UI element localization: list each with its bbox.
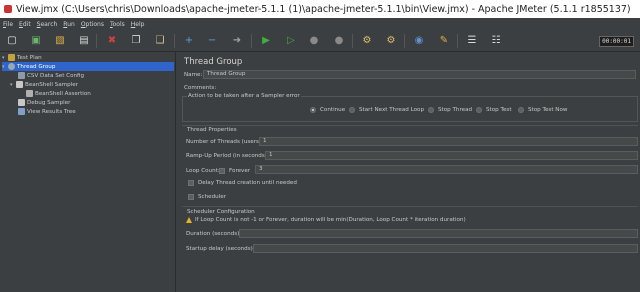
page-title: Thread Group bbox=[184, 57, 243, 67]
checkbox-box bbox=[219, 168, 225, 174]
toolbar-separator bbox=[251, 34, 252, 48]
name-field[interactable]: Thread Group bbox=[203, 70, 636, 79]
elapsed-timer: 00:00:01 bbox=[599, 36, 634, 47]
tree-item-csv-data-set-config[interactable]: CSV Data Set Config bbox=[18, 71, 84, 80]
duration-label: Duration (seconds) bbox=[186, 231, 240, 237]
save-icon[interactable]: ▤ bbox=[76, 33, 92, 49]
tree-item-test-plan[interactable]: ▾ Test Plan bbox=[2, 53, 174, 62]
duration-field[interactable] bbox=[239, 229, 638, 238]
shutdown-icon[interactable]: ● bbox=[331, 33, 347, 49]
new-icon[interactable]: ▢ bbox=[4, 33, 20, 49]
collapse-twisty-icon[interactable]: ▾ bbox=[10, 82, 15, 88]
sampler-icon bbox=[18, 99, 25, 106]
menu-bar: File Edit Search Run Options Tools Help bbox=[0, 18, 640, 30]
window-title: View.jmx (C:\Users\chris\Downloads\apach… bbox=[16, 3, 631, 15]
toolbar-separator bbox=[174, 34, 175, 48]
menu-edit[interactable]: Edit bbox=[19, 21, 31, 28]
open-icon[interactable]: ▧ bbox=[52, 33, 68, 49]
sampler-error-action-legend: Action to be taken after a Sampler error bbox=[187, 93, 301, 99]
jmeter-app-icon bbox=[4, 5, 12, 13]
radio-dot bbox=[518, 107, 524, 113]
radio-stop-thread[interactable]: Stop Thread bbox=[428, 107, 472, 113]
scheduler-config-heading: Scheduler Configuration bbox=[187, 209, 255, 215]
toolbar-separator bbox=[352, 34, 353, 48]
threads-field[interactable]: 1 bbox=[259, 137, 638, 146]
reset-search-icon[interactable]: ✎ bbox=[436, 33, 452, 49]
window-titlebar: View.jmx (C:\Users\chris\Downloads\apach… bbox=[0, 0, 640, 18]
rampup-field[interactable]: 1 bbox=[265, 151, 638, 160]
thread-group-panel: Thread Group Name: Thread Group Comments… bbox=[177, 52, 640, 292]
radio-dot bbox=[310, 107, 316, 113]
test-plan-tree: ▾ Test Plan ▾ Thread Group CSV Data Set … bbox=[0, 52, 176, 292]
radio-continue[interactable]: Continue bbox=[310, 107, 345, 113]
stop-icon[interactable]: ● bbox=[306, 33, 322, 49]
tree-item-thread-group[interactable]: ▾ Thread Group bbox=[2, 62, 174, 71]
collapse-twisty-icon[interactable]: ▾ bbox=[2, 64, 7, 70]
menu-options[interactable]: Options bbox=[81, 21, 104, 28]
start-icon[interactable]: ▶ bbox=[258, 33, 274, 49]
name-label: Name: bbox=[184, 72, 203, 78]
radio-dot bbox=[428, 107, 434, 113]
toolbar: ▢ ▣ ▧ ▤ ✖ ❐ ❑ + − ➜ ▶ ▷ ● ● ⚙ ⚙ ◉ ✎ ☰ ☷ … bbox=[0, 30, 640, 52]
clear-all-icon[interactable]: ⚙ bbox=[383, 33, 399, 49]
tree-item-debug-sampler[interactable]: Debug Sampler bbox=[18, 98, 70, 107]
radio-stop-test-now[interactable]: Stop Test Now bbox=[518, 107, 567, 113]
templates-icon[interactable]: ▣ bbox=[28, 33, 44, 49]
paste-icon[interactable]: ❑ bbox=[152, 33, 168, 49]
assertion-icon bbox=[26, 90, 33, 97]
loop-count-field[interactable]: 3 bbox=[255, 165, 638, 174]
tree-item-beanshell-sampler[interactable]: ▾ BeanShell Sampler bbox=[10, 80, 78, 89]
scheduler-warning: If Loop Count is not -1 or Forever, dura… bbox=[186, 217, 466, 223]
startup-delay-label: Startup delay (seconds) bbox=[186, 246, 253, 252]
loop-count-label: Loop Count: bbox=[186, 168, 220, 174]
search-icon[interactable]: ◉ bbox=[411, 33, 427, 49]
toolbar-separator bbox=[404, 34, 405, 48]
menu-search[interactable]: Search bbox=[37, 21, 58, 28]
radio-start-next-thread-loop[interactable]: Start Next Thread Loop bbox=[349, 107, 424, 113]
cut-icon[interactable]: ✖ bbox=[104, 33, 120, 49]
threads-label: Number of Threads (users): bbox=[186, 139, 264, 145]
checkbox-box bbox=[188, 194, 194, 200]
copy-icon[interactable]: ❐ bbox=[128, 33, 144, 49]
menu-file[interactable]: File bbox=[3, 21, 13, 28]
comments-label: Comments: bbox=[184, 85, 217, 91]
start-no-pause-icon[interactable]: ▷ bbox=[283, 33, 299, 49]
tree-item-beanshell-assertion[interactable]: BeanShell Assertion bbox=[26, 89, 91, 98]
expand-icon[interactable]: + bbox=[181, 33, 197, 49]
menu-help[interactable]: Help bbox=[131, 21, 145, 28]
menu-tools[interactable]: Tools bbox=[110, 21, 125, 28]
section-divider bbox=[182, 125, 638, 126]
startup-delay-field[interactable] bbox=[253, 244, 638, 253]
listener-icon bbox=[18, 108, 25, 115]
rampup-label: Ramp-Up Period (in seconds): bbox=[186, 153, 269, 159]
forever-checkbox[interactable]: Forever bbox=[219, 168, 250, 174]
radio-dot bbox=[349, 107, 355, 113]
delay-thread-creation-checkbox[interactable]: Delay Thread creation until needed bbox=[188, 180, 297, 186]
toggle-icon[interactable]: ➜ bbox=[229, 33, 245, 49]
help-icon[interactable]: ☷ bbox=[488, 33, 504, 49]
collapse-icon[interactable]: − bbox=[204, 33, 220, 49]
section-divider bbox=[182, 206, 638, 207]
radio-stop-test[interactable]: Stop Test bbox=[476, 107, 512, 113]
sampler-icon bbox=[16, 81, 23, 88]
radio-dot bbox=[476, 107, 482, 113]
collapse-twisty-icon[interactable]: ▾ bbox=[2, 55, 7, 61]
menu-run[interactable]: Run bbox=[63, 21, 75, 28]
toolbar-separator bbox=[457, 34, 458, 48]
thread-properties-heading: Thread Properties bbox=[187, 127, 237, 133]
scheduler-checkbox[interactable]: Scheduler bbox=[188, 194, 226, 200]
thread-group-icon bbox=[8, 63, 15, 70]
function-helper-icon[interactable]: ☰ bbox=[464, 33, 480, 49]
tree-item-view-results-tree[interactable]: View Results Tree bbox=[18, 107, 76, 116]
clear-icon[interactable]: ⚙ bbox=[359, 33, 375, 49]
warning-icon bbox=[186, 217, 192, 223]
config-element-icon bbox=[18, 72, 25, 79]
toolbar-separator bbox=[96, 34, 97, 48]
test-plan-icon bbox=[8, 54, 15, 61]
checkbox-box bbox=[188, 180, 194, 186]
